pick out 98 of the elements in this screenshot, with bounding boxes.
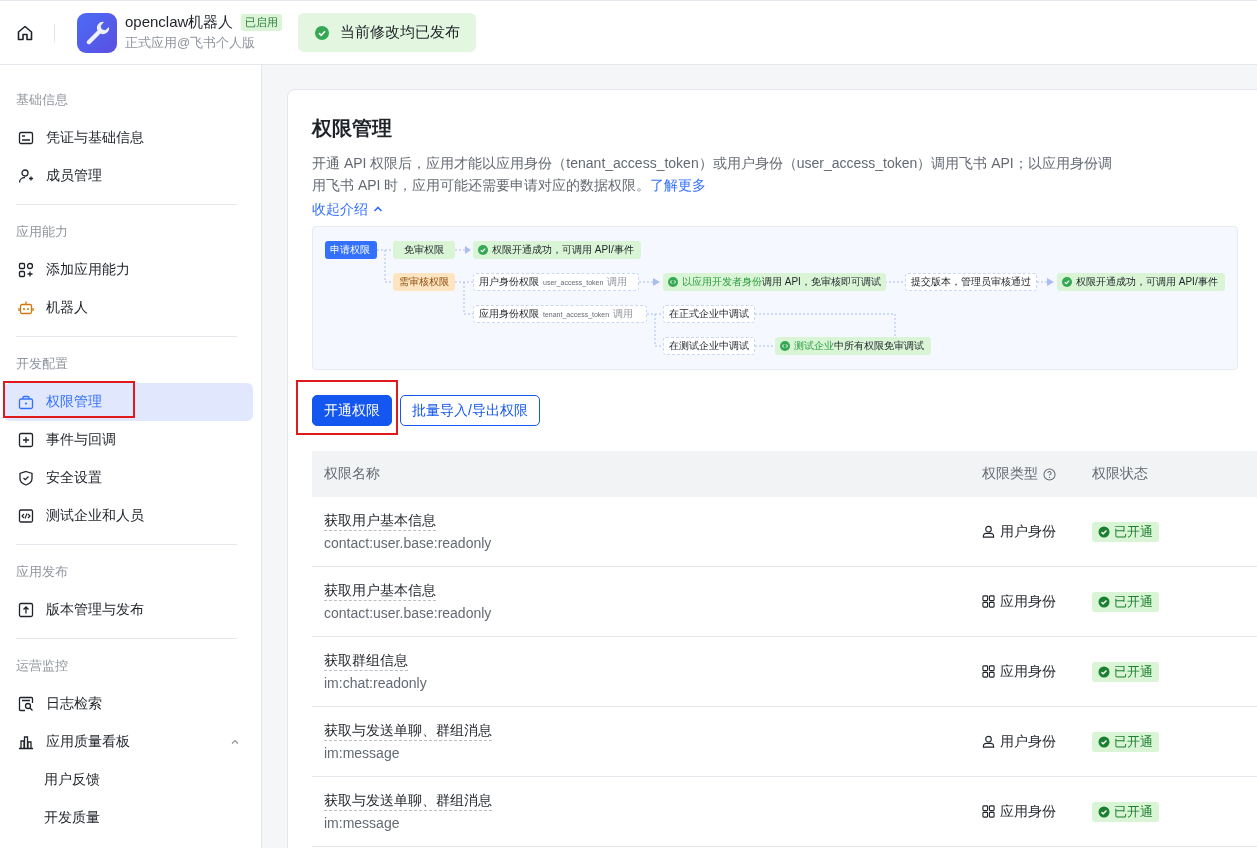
user-icon <box>982 735 995 748</box>
node-text: 需审核权限 <box>399 275 449 289</box>
check-circle-icon <box>1098 805 1110 818</box>
permission-scope: im:message <box>324 744 400 763</box>
code-circle-icon <box>780 341 790 351</box>
sidebar-item[interactable]: 成员管理 <box>4 157 253 195</box>
permission-name: 获取用户基本信息 <box>324 580 436 601</box>
check-circle-icon <box>314 24 331 41</box>
permission-type: 应用身份 <box>1000 592 1056 611</box>
status-tag: 已开通 <box>1092 661 1159 682</box>
node-text: 申请权限 <box>330 243 370 257</box>
group-label: 开发配置 <box>15 355 69 373</box>
group-label: 基础信息 <box>15 91 69 109</box>
node-text: 在测试企业中调试 <box>669 339 749 353</box>
permission-type: 应用身份 <box>1000 662 1056 681</box>
permission-type: 用户身份 <box>1000 732 1056 751</box>
sidebar-subitem[interactable]: 开发质量 <box>4 799 253 837</box>
permission-type: 用户身份 <box>1000 522 1056 541</box>
sidebar-item[interactable]: 测试企业和人员 <box>4 497 253 535</box>
check-circle-icon <box>1062 277 1072 287</box>
sidebar-subitem[interactable]: 用户反馈 <box>4 761 253 799</box>
enable-permission-button[interactable]: 开通权限 <box>312 395 392 426</box>
node-text: 免审权限 <box>404 243 444 257</box>
node-text: 权限开通成功，可调用 API/事件 <box>492 243 634 257</box>
check-circle-icon <box>1098 665 1110 678</box>
node-note: 调用 <box>613 307 634 321</box>
permission-type: 应用身份 <box>1000 802 1056 821</box>
status-tag: 已开通 <box>1092 731 1159 752</box>
check-circle-icon <box>1098 525 1110 538</box>
description-text: 开通 API 权限后，应用才能以应用身份（tenant_access_token）或用户身份（user_access_token）调用飞书 API；以应用身份调用飞书 API 时，应用可能还需要申请对应的数据权限。了解更多 <box>312 154 1112 195</box>
status-badge: 已启用 <box>241 14 283 31</box>
permission-name: 获取用户基本信息 <box>324 510 436 531</box>
permission-name: 获取与发送单聊、群组消息 <box>324 790 492 811</box>
permission-scope: contact:user.base:readonly <box>324 604 492 623</box>
grid-icon <box>982 595 995 608</box>
code-circle-icon <box>668 277 678 287</box>
sidebar-item[interactable]: 事件与回调 <box>4 421 253 459</box>
user-plus-icon <box>18 168 34 184</box>
sidebar-item[interactable]: 版本管理与发布 <box>4 591 253 629</box>
check-circle-icon <box>1098 735 1110 748</box>
node-text: 以应用开发者身份调用 API，免审核即可调试 <box>682 275 881 289</box>
node-text: 应用身份权限 <box>479 307 539 321</box>
permission-scope: im:chat:readonly <box>324 674 427 693</box>
notice-text: 当前修改均已发布 <box>340 23 461 42</box>
sidebar-item[interactable]: 添加应用能力 <box>4 251 253 289</box>
home-icon[interactable] <box>16 23 34 42</box>
import-export-button[interactable]: 批量导入/导出权限 <box>400 395 540 426</box>
node-text: 测试企业中所有权限免审调试 <box>794 339 924 353</box>
learn-more-link[interactable]: 了解更多 <box>650 177 707 193</box>
id-card-icon <box>18 130 34 146</box>
column-header: 权限名称 <box>324 465 380 483</box>
permission-scope: contact:user.base:readonly <box>324 534 492 553</box>
status-tag: 已开通 <box>1092 801 1159 822</box>
status-tag: 已开通 <box>1092 521 1159 542</box>
arrow <box>1036 278 1054 286</box>
lock-icon <box>18 394 34 410</box>
app-logo-icon <box>77 12 117 53</box>
page-title: 权限管理 <box>312 116 393 141</box>
check-circle-icon <box>1098 595 1110 608</box>
node-text: 提交版本，管理员审核通过 <box>911 275 1031 289</box>
arrow <box>638 278 660 286</box>
collapse-link[interactable]: 收起介绍 <box>312 198 384 220</box>
sidebar-item[interactable]: 权限管理 <box>4 383 253 421</box>
check-circle-icon <box>478 245 488 255</box>
apps-plus-icon <box>18 262 34 278</box>
group-label: 应用能力 <box>15 223 69 241</box>
node-text: 权限开通成功，可调用 API/事件 <box>1076 275 1218 289</box>
log-search-icon <box>18 696 34 712</box>
connector-line <box>884 281 906 283</box>
group-label: 运营监控 <box>15 657 69 675</box>
node-text: 用户身份权限 <box>479 275 539 289</box>
sidebar-item[interactable]: 日志检索 <box>4 685 253 723</box>
group-label: 应用发布 <box>15 563 69 581</box>
sidebar-item[interactable]: 凭证与基础信息 <box>4 119 253 157</box>
plus-square-icon <box>18 432 34 448</box>
permission-name: 获取与发送单聊、群组消息 <box>324 720 492 741</box>
column-header: 权限状态 <box>1092 465 1148 483</box>
user-icon <box>982 525 995 538</box>
arrow <box>454 246 471 254</box>
help-icon[interactable] <box>1043 467 1056 481</box>
column-header: 权限类型 <box>982 465 1038 483</box>
shield-icon <box>18 470 34 486</box>
app-subtitle: 正式应用@飞书个人版 <box>125 34 257 52</box>
upload-icon <box>18 602 34 618</box>
robot-icon <box>18 300 34 316</box>
bar-chart-icon <box>18 734 34 750</box>
code-icon <box>18 508 34 524</box>
node-note: 调用 <box>607 275 628 289</box>
sidebar-item[interactable]: 应用质量看板 <box>4 723 253 761</box>
app-name: openclaw机器人 <box>125 13 234 32</box>
status-tag: 已开通 <box>1092 591 1159 612</box>
node-text: 在正式企业中调试 <box>669 307 749 321</box>
grid-icon <box>982 665 995 678</box>
permission-name: 获取群组信息 <box>324 650 408 671</box>
grid-icon <box>982 805 995 818</box>
permission-scope: im:message <box>324 814 400 833</box>
sidebar-item[interactable]: 安全设置 <box>4 459 253 497</box>
sidebar-item[interactable]: 机器人 <box>4 289 253 327</box>
